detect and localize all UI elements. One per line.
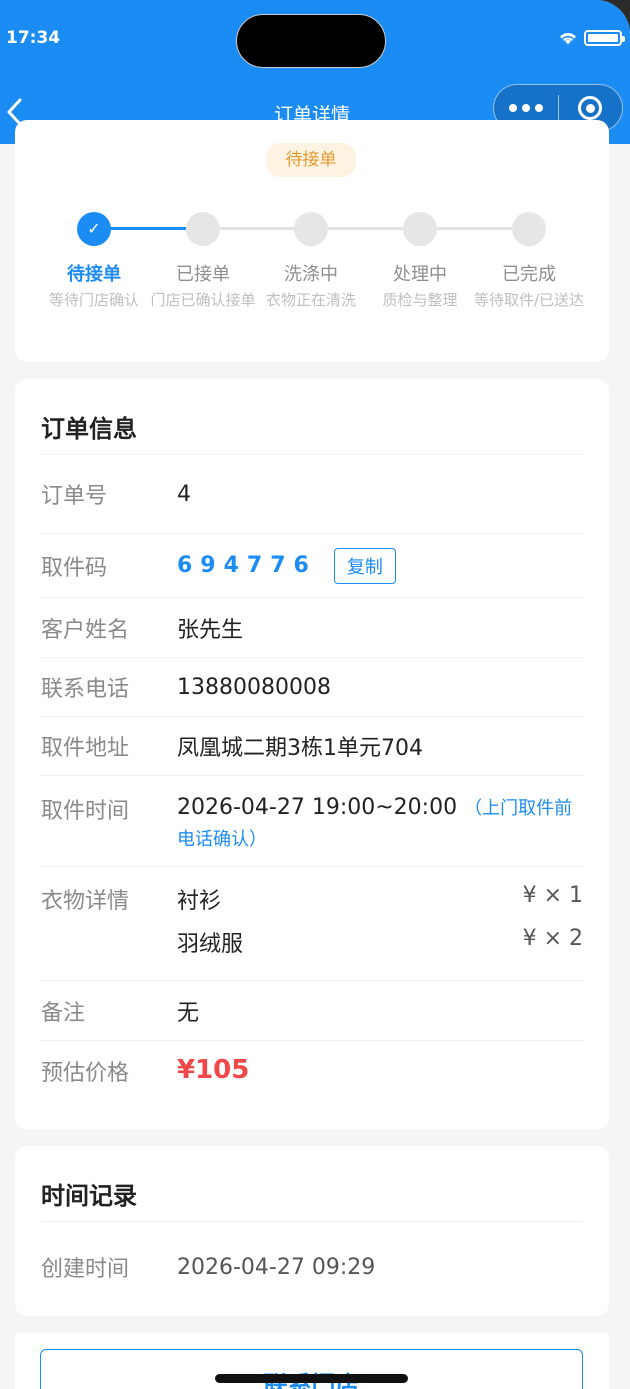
- step-dot: [403, 212, 437, 246]
- created-value: 2026-04-27 09:29: [177, 1254, 376, 1280]
- price-label: 预估价格: [41, 1061, 130, 1086]
- more-dot-icon: [508, 104, 517, 112]
- phone-value[interactable]: 13880080008: [177, 675, 583, 700]
- customer-label: 客户姓名: [41, 617, 130, 643]
- order-status-card: 待接单 ✓ 待接单 等待门店确认 已接单 门店已确认接单 洗涤中 衣物正在清洗 …: [15, 120, 609, 362]
- address-value: 凤凰城二期3栋1单元704: [177, 736, 423, 761]
- remark-label: 备注: [41, 1000, 86, 1026]
- step-sub: 等待门店确认: [48, 291, 139, 309]
- battery-icon: [584, 30, 625, 46]
- step-pending: ✓ 待接单 等待门店确认: [37, 212, 151, 310]
- more-dot-icon: [521, 104, 530, 112]
- order-no-label: 订单号: [41, 484, 108, 509]
- more-dot-icon: [534, 104, 543, 112]
- status-time: 17:34: [6, 28, 61, 48]
- pickup-code-row: 取件码 694776 复制: [41, 534, 583, 598]
- step-sub: 衣物正在清洗: [265, 291, 356, 309]
- address-label: 取件地址: [41, 736, 130, 761]
- order-no-value: 4: [177, 481, 191, 507]
- pickup-code-value: 694776: [177, 552, 317, 578]
- time-record-title: 时间记录: [41, 1146, 583, 1222]
- copy-button[interactable]: 复制: [333, 547, 396, 584]
- address-row: 取件地址 凤凰城二期3栋1单元704: [41, 717, 583, 776]
- target-icon: [578, 96, 603, 120]
- order-no-row: 订单号 4: [41, 455, 583, 534]
- order-info-card: 订单信息 订单号 4 取件码 694776 复制 客户姓名 张先生 联系电话 1…: [15, 379, 609, 1129]
- created-label: 创建时间: [41, 1257, 130, 1282]
- contact-store-button[interactable]: 联系门店: [40, 1349, 583, 1389]
- step-processing: 处理中 质检与整理: [363, 212, 477, 310]
- clothes-qty: ¥ × 1: [522, 883, 583, 908]
- clothes-item: 衬衫 ¥ × 1: [177, 883, 583, 926]
- step-sub: 等待取件/已送达: [473, 291, 585, 309]
- order-info-title: 订单信息: [41, 379, 583, 455]
- pickup-time-row: 取件时间 2026-04-27 19:00~20:00 （上门取件前电话确认）: [41, 776, 583, 867]
- phone-row: 联系电话 13880080008: [41, 658, 583, 717]
- step-completed: 已完成 等待取件/已送达: [472, 212, 586, 310]
- customer-value: 张先生: [177, 617, 244, 643]
- step-label: 洗涤中: [284, 264, 338, 285]
- step-label: 待接单: [67, 264, 121, 285]
- step-dot: [294, 212, 328, 246]
- clothes-label: 衣物详情: [41, 889, 130, 914]
- price-row: 预估价格 ¥105: [41, 1041, 583, 1107]
- clothes-row: 衣物详情 衬衫 ¥ × 1 羽绒服 ¥ × 2: [41, 867, 583, 981]
- clothes-name: 羽绒服: [177, 932, 244, 957]
- step-washing: 洗涤中 衣物正在清洗: [254, 212, 368, 310]
- camera-notch: [236, 14, 386, 68]
- remark-row: 备注 无: [41, 981, 583, 1041]
- step-accepted: 已接单 门店已确认接单: [146, 212, 260, 310]
- pickup-time-label: 取件时间: [41, 799, 130, 824]
- step-label: 处理中: [393, 264, 447, 285]
- phone-label: 联系电话: [41, 677, 130, 702]
- pickup-code-label: 取件码: [41, 555, 108, 581]
- phone-screen: 17:34 订单详情 待接单 ✓ 待接单 等待门店确认 已接单 门店已确认接单 …: [0, 0, 630, 1389]
- clothes-name: 衬衫: [177, 889, 222, 914]
- customer-row: 客户姓名 张先生: [41, 598, 583, 658]
- status-badge: 待接单: [266, 143, 356, 177]
- created-row: 创建时间 2026-04-27 09:29: [41, 1222, 583, 1312]
- status-icons: [558, 30, 625, 46]
- clothes-qty: ¥ × 2: [522, 926, 583, 951]
- clothes-item: 羽绒服 ¥ × 2: [177, 926, 583, 969]
- price-value: ¥105: [177, 1055, 250, 1085]
- step-label: 已接单: [176, 264, 230, 285]
- wifi-icon: [560, 33, 576, 45]
- time-record-card: 时间记录 创建时间 2026-04-27 09:29: [15, 1146, 609, 1316]
- step-dot: [186, 212, 220, 246]
- remark-value: 无: [177, 1000, 200, 1026]
- step-sub: 质检与整理: [382, 291, 458, 309]
- home-indicator: [215, 1374, 408, 1383]
- check-icon: ✓: [77, 212, 111, 246]
- pickup-time-value: 2026-04-27 19:00~20:00: [177, 795, 458, 820]
- step-label: 已完成: [502, 264, 556, 285]
- step-sub: 门店已确认接单: [150, 291, 256, 309]
- step-dot: [512, 212, 546, 246]
